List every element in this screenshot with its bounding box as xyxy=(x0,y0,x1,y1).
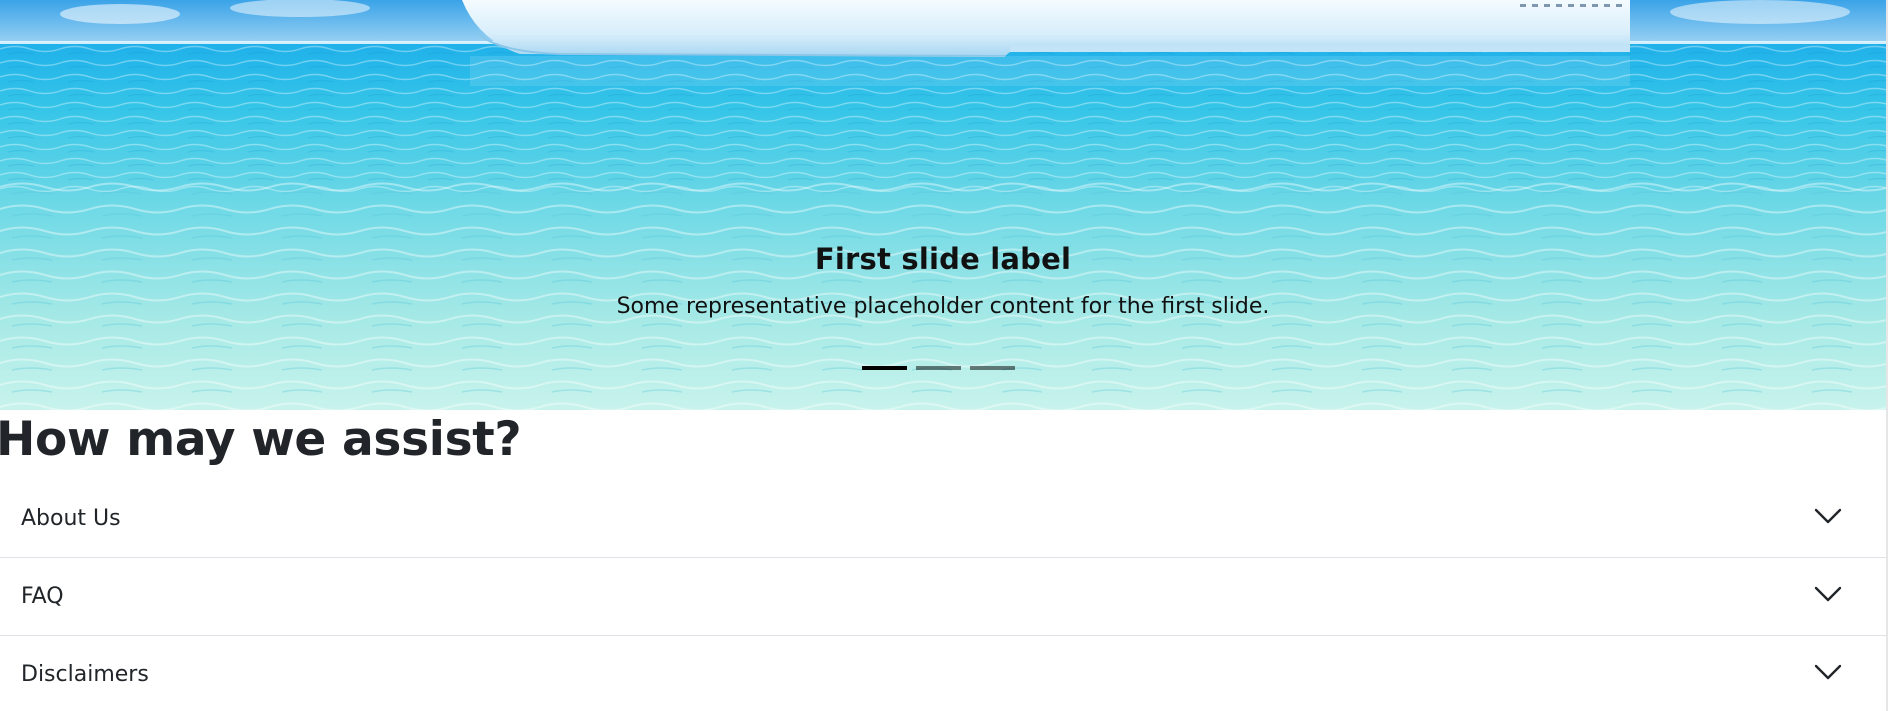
chevron-down-icon xyxy=(1814,664,1842,680)
carousel-indicator-1[interactable] xyxy=(862,366,907,370)
carousel-indicator-2[interactable] xyxy=(916,366,961,370)
chevron-down-icon xyxy=(1814,586,1842,602)
accordion-label: FAQ xyxy=(21,584,64,609)
accordion-item-disclaimers[interactable]: Disclaimers xyxy=(0,636,1886,711)
accordion-label: About Us xyxy=(21,506,121,531)
slide-title: First slide label xyxy=(814,242,1072,276)
help-accordion: About Us FAQ Disclaimers xyxy=(0,480,1886,711)
chevron-down-icon xyxy=(1814,508,1842,524)
page-title: How may we assist? xyxy=(0,412,522,467)
carousel-indicators xyxy=(862,365,1015,371)
accordion-item-faq[interactable]: FAQ xyxy=(0,558,1886,636)
accordion-label: Disclaimers xyxy=(21,662,149,687)
accordion-item-about-us[interactable]: About Us xyxy=(0,480,1886,558)
hero-carousel[interactable]: First slide label Some representative pl… xyxy=(0,0,1886,410)
page: First slide label Some representative pl… xyxy=(0,0,1888,711)
slide-description: Some representative placeholder content … xyxy=(616,294,1270,319)
ocean-ship-image xyxy=(0,0,1886,410)
carousel-indicator-3[interactable] xyxy=(970,366,1015,370)
